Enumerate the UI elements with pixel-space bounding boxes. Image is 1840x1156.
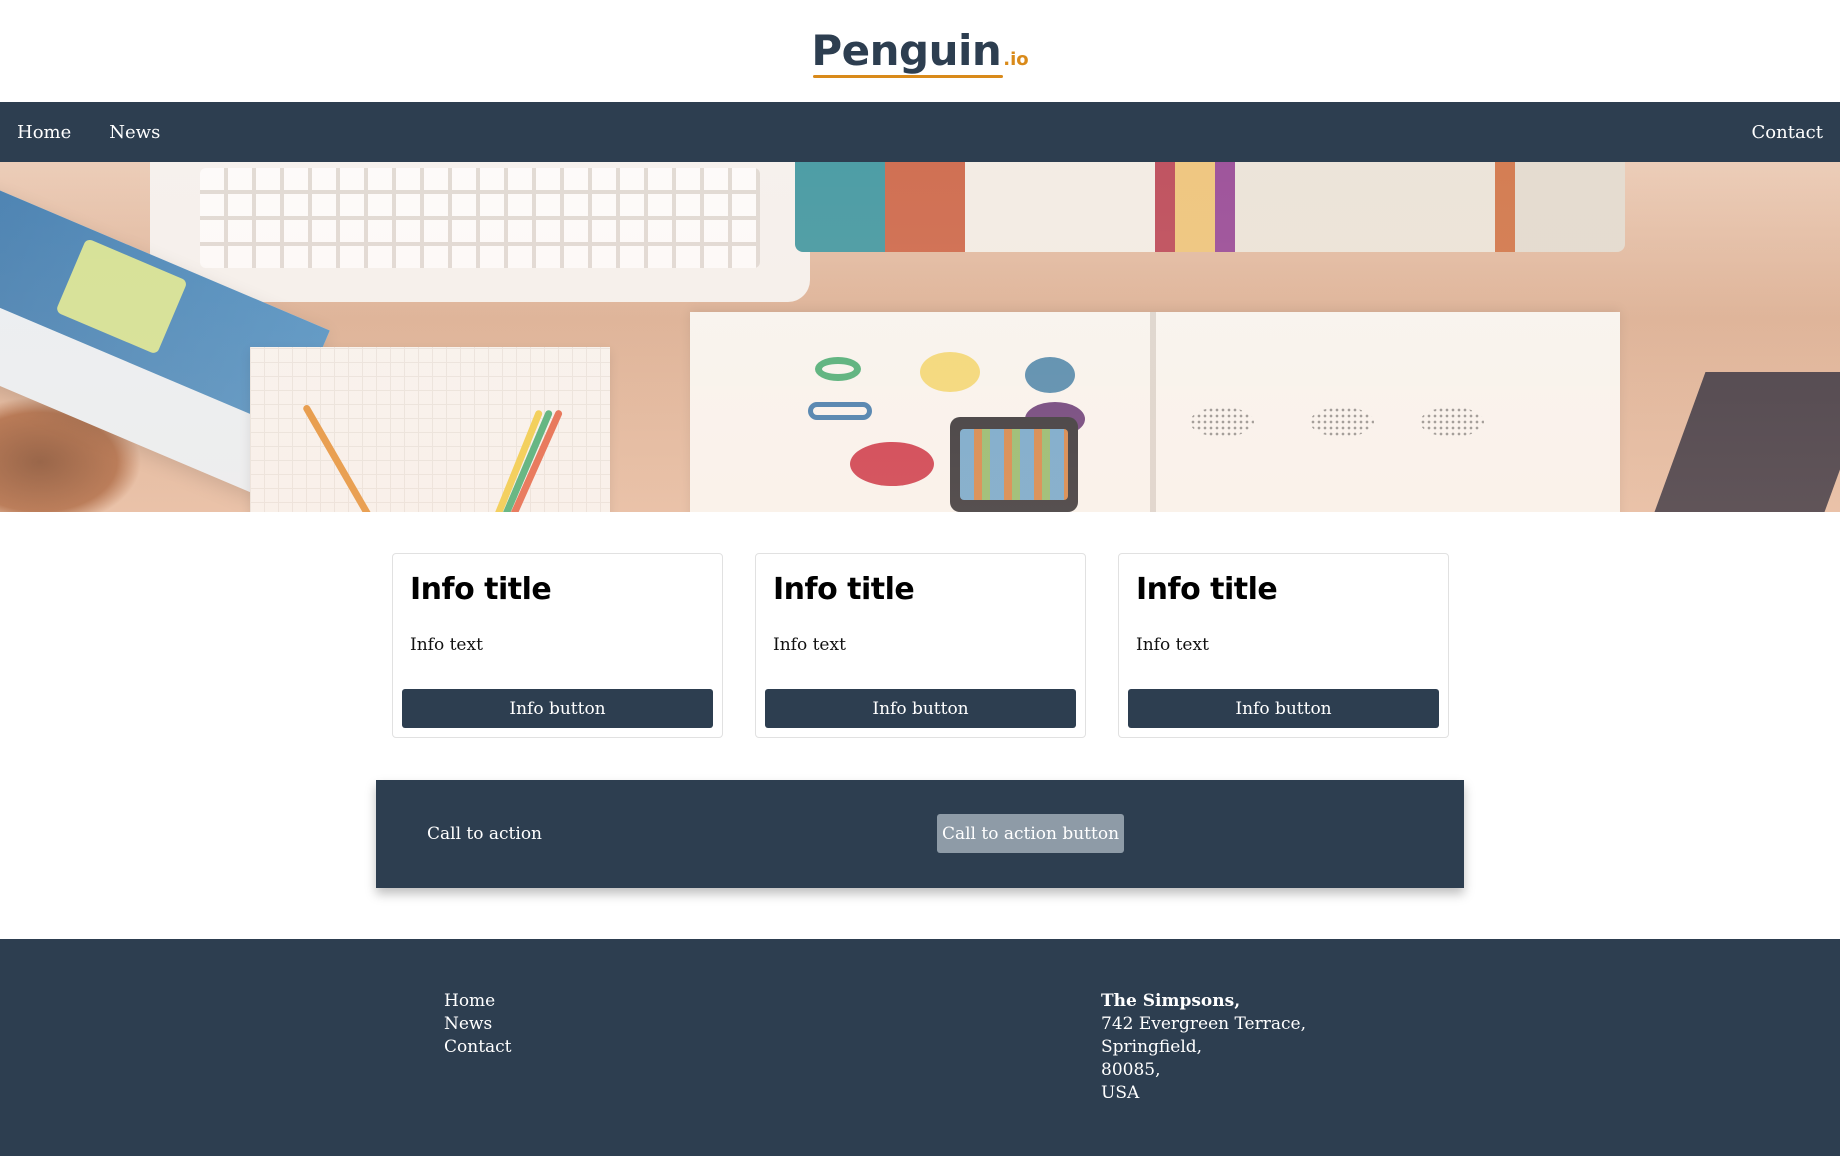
info-button[interactable]: Info button	[402, 689, 713, 728]
info-card-text: Info text	[1136, 635, 1209, 655]
footer-link-contact[interactable]: Contact	[444, 1036, 512, 1059]
site-header: Penguin .io	[0, 0, 1840, 102]
info-card: Info title Info text Info button	[1118, 553, 1449, 738]
call-to-action-banner: Call to action Call to action button	[376, 780, 1464, 888]
info-card-title: Info title	[1136, 572, 1278, 607]
info-card: Info title Info text Info button	[392, 553, 723, 738]
call-to-action-button[interactable]: Call to action button	[937, 814, 1124, 853]
logo-text: Penguin	[811, 26, 1002, 75]
info-card: Info title Info text Info button	[755, 553, 1086, 738]
logo-underline	[813, 75, 1003, 78]
address-line: 742 Evergreen Terrace,	[1101, 1014, 1306, 1034]
main-nav: Home News Contact	[0, 102, 1840, 162]
info-card-title: Info title	[410, 572, 552, 607]
site-footer: Home News Contact The Simpsons, 742 Ever…	[0, 939, 1840, 1156]
footer-links: Home News Contact	[444, 990, 512, 1059]
footer-address: The Simpsons, 742 Evergreen Terrace, Spr…	[1101, 990, 1306, 1105]
address-line: Springfield,	[1101, 1037, 1203, 1057]
nav-news[interactable]: News	[109, 122, 160, 143]
hero-image	[0, 162, 1840, 512]
nav-home[interactable]: Home	[17, 122, 71, 143]
info-cards: Info title Info text Info button Info ti…	[392, 553, 1449, 738]
info-card-text: Info text	[410, 635, 483, 655]
info-button[interactable]: Info button	[765, 689, 1076, 728]
nav-contact[interactable]: Contact	[1752, 122, 1823, 143]
call-to-action-text: Call to action	[427, 824, 542, 844]
logo[interactable]: Penguin .io	[811, 26, 1029, 78]
info-card-text: Info text	[773, 635, 846, 655]
address-line: 80085,	[1101, 1060, 1161, 1080]
logo-suffix: .io	[1003, 49, 1029, 70]
info-card-title: Info title	[773, 572, 915, 607]
footer-link-home[interactable]: Home	[444, 990, 512, 1013]
address-name: The Simpsons,	[1101, 991, 1241, 1011]
footer-link-news[interactable]: News	[444, 1013, 512, 1036]
address-line: USA	[1101, 1083, 1140, 1103]
info-button[interactable]: Info button	[1128, 689, 1439, 728]
